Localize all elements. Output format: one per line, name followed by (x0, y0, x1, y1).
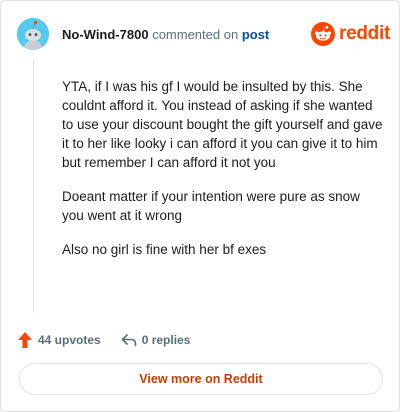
comment-card: No-Wind-7800 commented on post reddit YT… (0, 0, 400, 412)
comment-actions: 44 upvotes 0 replies (17, 331, 190, 349)
comment-author-line: No-Wind-7800 commented on post (62, 27, 269, 42)
username-link[interactable]: No-Wind-7800 (62, 27, 149, 42)
comment-paragraph: Also no girl is fine with her bf exes (62, 242, 267, 257)
reply-button[interactable]: 0 replies (121, 333, 191, 347)
reply-arrow-icon (121, 333, 137, 347)
comment-paragraph: YTA, if I was his gf I would be insulted… (62, 79, 383, 170)
upvote-count: 44 upvotes (38, 333, 101, 347)
reply-count: 0 replies (141, 333, 191, 347)
comment-paragraph: Doeant matter if your intention were pur… (62, 189, 360, 223)
brand-wordmark: reddit (339, 23, 390, 44)
snoo-avatar-icon (17, 18, 49, 50)
reddit-alien-icon (311, 22, 335, 46)
thread-line[interactable] (33, 59, 34, 313)
user-avatar[interactable] (17, 18, 49, 50)
upvote-arrow-icon (17, 331, 33, 349)
post-link[interactable]: post (242, 27, 269, 42)
commented-on-text: commented on (152, 27, 239, 42)
comment-body: YTA, if I was his gf I would be insulted… (62, 77, 384, 274)
view-more-button[interactable]: View more on Reddit (19, 363, 383, 395)
upvote-button[interactable]: 44 upvotes (17, 331, 101, 349)
reddit-logo[interactable]: reddit (311, 21, 390, 47)
